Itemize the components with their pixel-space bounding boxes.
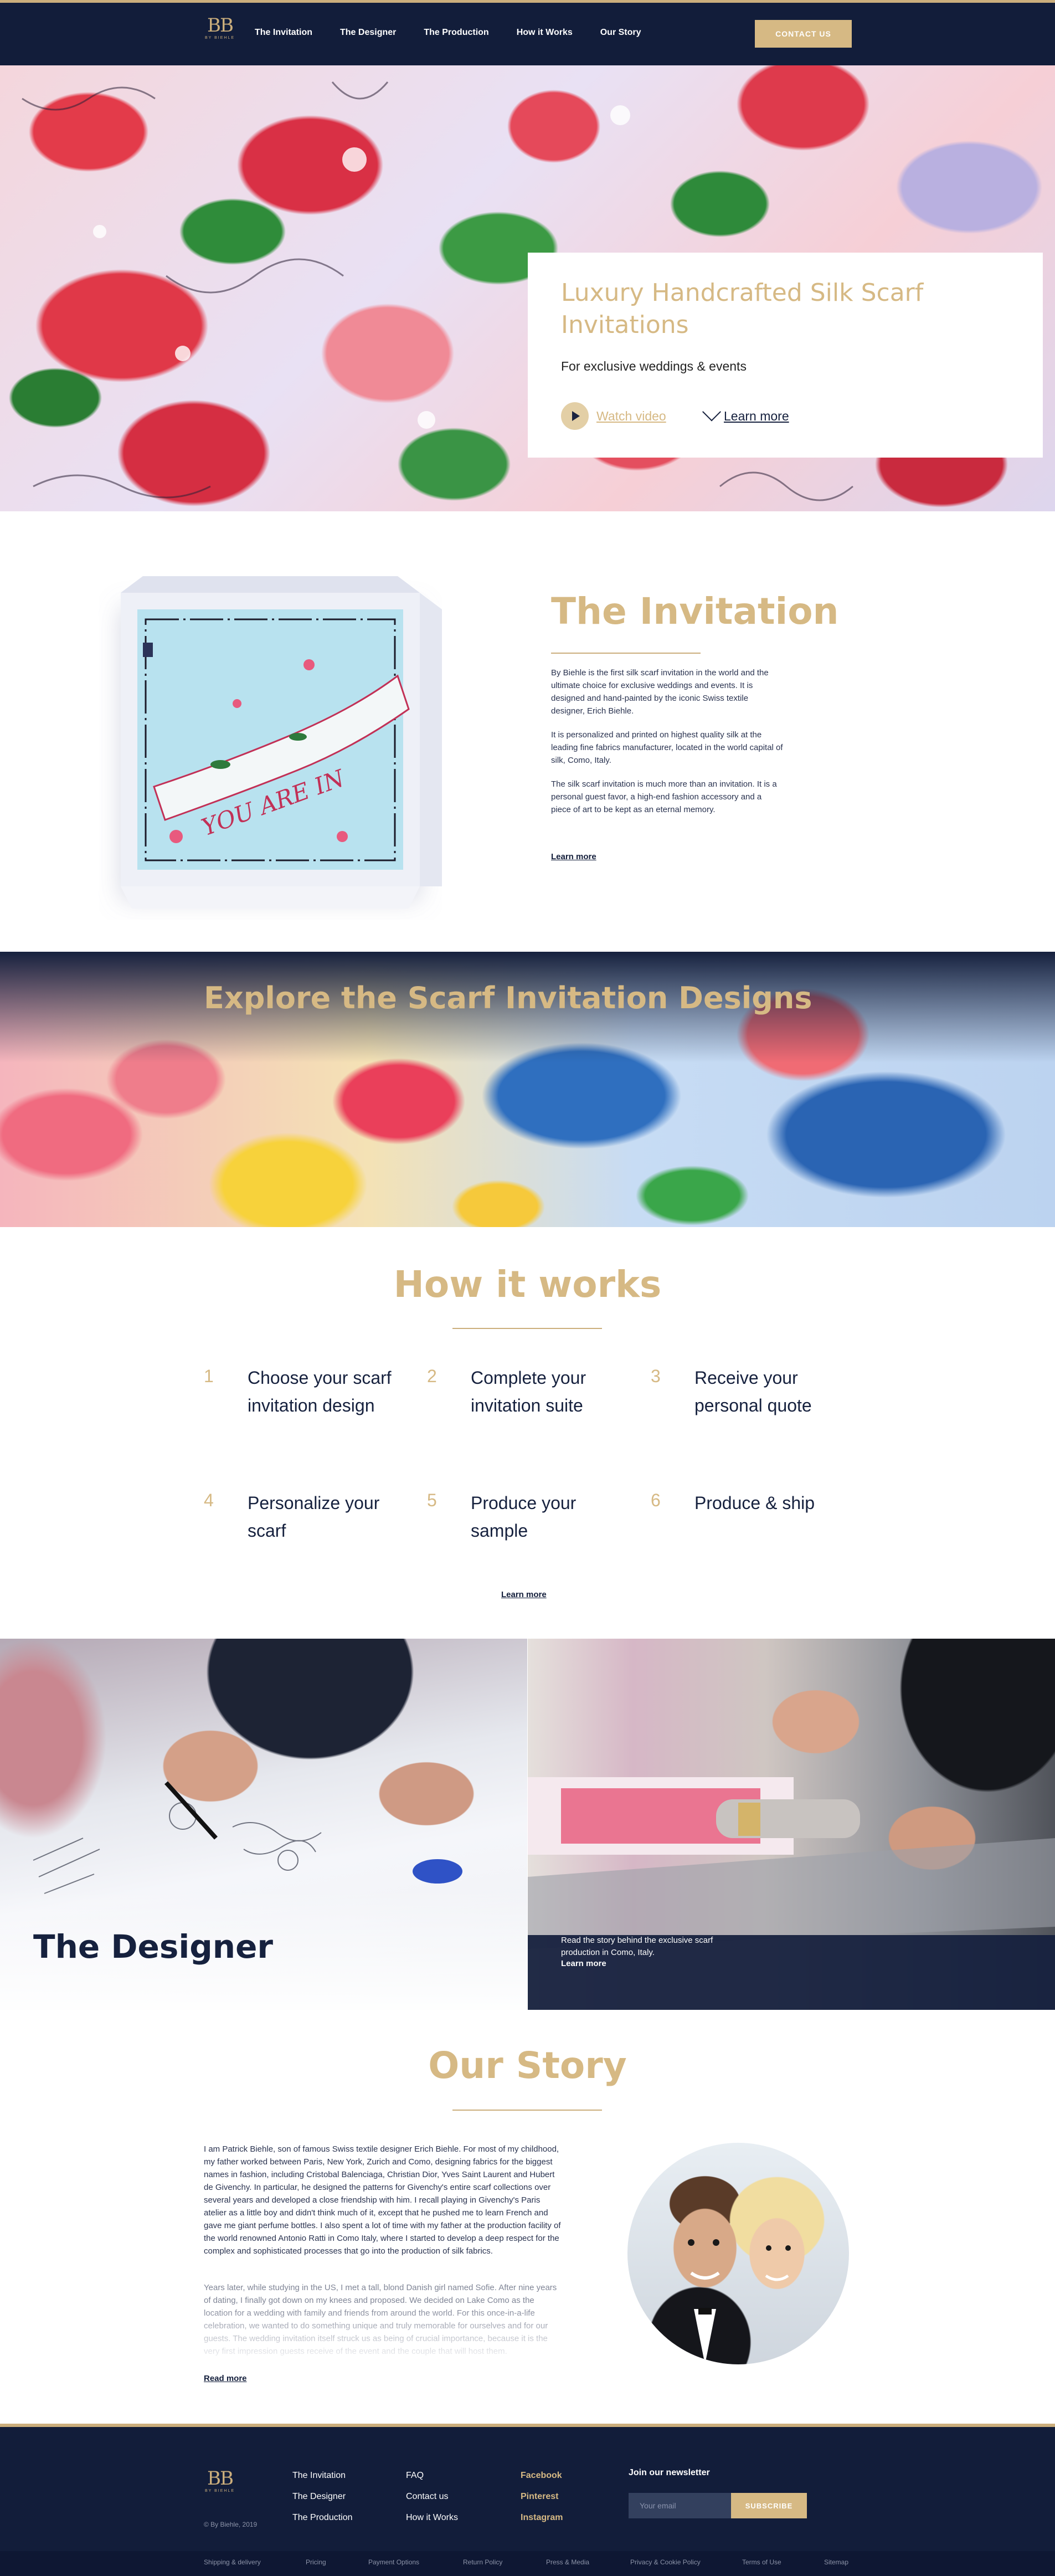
site-logo[interactable]: BB BY BIEHLE <box>204 15 236 46</box>
invitation-divider <box>551 653 701 654</box>
sublink-sitemap[interactable]: Sitemap <box>824 2558 848 2566</box>
contact-us-button[interactable]: CONTACT US <box>755 20 852 48</box>
our-story-title: Our Story <box>428 2044 627 2087</box>
sublink-payment-options[interactable]: Payment Options <box>368 2558 419 2566</box>
invitation-title: The Invitation <box>551 590 839 633</box>
step-2-text: Complete your invitation suite <box>471 1368 586 1415</box>
sublink-pricing[interactable]: Pricing <box>306 2558 326 2566</box>
hero-card: Luxury Handcrafted Silk Scarf Invitation… <box>528 253 1043 458</box>
step-3-text: Receive your personal quote <box>694 1368 812 1415</box>
sublink-terms[interactable]: Terms of Use <box>742 2558 781 2566</box>
footer-logo-monogram: BB <box>207 2467 234 2490</box>
production-text: Read the story behind the exclusive scar… <box>561 1936 713 1957</box>
watch-video-link[interactable]: Watch video <box>596 409 666 424</box>
nav-the-invitation[interactable]: The Invitation <box>255 28 312 38</box>
chevron-down-icon <box>702 402 721 421</box>
logo-subtitle: BY BIEHLE <box>204 36 235 40</box>
sublink-press-media[interactable]: Press & Media <box>546 2558 589 2566</box>
hero-learn-more-label: Learn more <box>724 409 789 423</box>
step-1-number: 1 <box>204 1366 214 1386</box>
invitation-learn-more-link[interactable]: Learn more <box>551 852 596 861</box>
step-2-number: 2 <box>427 1366 437 1386</box>
read-more-link[interactable]: Read more <box>204 2374 247 2383</box>
step-1-text: Choose your scarf invitation design <box>248 1368 392 1415</box>
newsletter-email-input[interactable] <box>629 2493 731 2518</box>
couple-photo <box>627 2143 849 2364</box>
footer-link-pinterest[interactable]: Pinterest <box>521 2492 558 2502</box>
step-4-text: Personalize your scarf <box>248 1493 380 1541</box>
step-6-text: Produce & ship <box>694 1493 815 1513</box>
designer-title[interactable]: The Designer <box>33 1928 273 1966</box>
footer-link-instagram[interactable]: Instagram <box>521 2513 563 2523</box>
nav-the-designer[interactable]: The Designer <box>340 28 396 38</box>
hero-learn-more-link[interactable]: Learn more <box>702 402 789 424</box>
explore-title[interactable]: Explore the Scarf Invitation Designs <box>204 981 812 1015</box>
production-learn-more-link[interactable]: Learn more <box>561 1959 606 1968</box>
scarf-box-image: YOU ARE IN <box>121 576 442 909</box>
footer-link-how-it-works[interactable]: How it Works <box>406 2513 458 2523</box>
step-4-number: 4 <box>204 1490 214 1510</box>
sublink-privacy[interactable]: Privacy & Cookie Policy <box>630 2558 701 2566</box>
footer-link-contact-us[interactable]: Contact us <box>406 2492 448 2502</box>
footer-logo[interactable]: BB BY BIEHLE <box>204 2468 236 2499</box>
hero-title: Luxury Handcrafted Silk Scarf Invitation… <box>561 279 924 339</box>
site-footer <box>0 2424 1055 2551</box>
hero-subtitle: For exclusive weddings & events <box>561 359 747 373</box>
sub-footer <box>0 2551 1055 2576</box>
our-story-divider <box>452 2110 602 2111</box>
story-paragraph-2: Years later, while studying in the US, I… <box>204 2283 557 2356</box>
sublink-shipping[interactable]: Shipping & delivery <box>204 2558 261 2566</box>
footer-link-the-invitation[interactable]: The Invitation <box>292 2471 346 2481</box>
how-it-works-learn-more-link[interactable]: Learn more <box>501 1590 547 1599</box>
sublink-return-policy[interactable]: Return Policy <box>463 2558 502 2566</box>
copyright: © By Biehle, 2019 <box>204 2521 258 2528</box>
invitation-paragraph-1: By Biehle is the first silk scarf invita… <box>551 668 769 716</box>
footer-link-the-designer[interactable]: The Designer <box>292 2492 346 2502</box>
site-header: BB BY BIEHLE The Invitation The Designer… <box>0 0 1055 65</box>
subscribe-button[interactable]: SUBSCRIBE <box>731 2493 807 2518</box>
newsletter-title: Join our newsletter <box>629 2468 710 2477</box>
step-3-number: 3 <box>651 1366 661 1386</box>
nav-the-production[interactable]: The Production <box>424 28 488 38</box>
footer-link-the-production[interactable]: The Production <box>292 2513 353 2523</box>
logo-monogram: BB <box>207 14 234 37</box>
hero-banner: Luxury Handcrafted Silk Scarf Invitation… <box>0 65 1055 511</box>
nav-how-it-works[interactable]: How it Works <box>517 28 573 38</box>
step-5-text: Produce your sample <box>471 1493 577 1541</box>
how-it-works-title: How it works <box>393 1263 662 1306</box>
footer-link-facebook[interactable]: Facebook <box>521 2471 562 2481</box>
step-5-number: 5 <box>427 1490 437 1510</box>
nav-our-story[interactable]: Our Story <box>600 28 641 38</box>
how-it-works-divider <box>452 1328 602 1329</box>
step-6-number: 6 <box>651 1490 661 1510</box>
invitation-paragraph-2: It is personalized and printed on highes… <box>551 730 783 765</box>
footer-link-faq[interactable]: FAQ <box>406 2471 424 2481</box>
couple-photo-detail <box>688 2239 791 2364</box>
footer-logo-subtitle: BY BIEHLE <box>204 2489 235 2493</box>
invitation-paragraph-3: The silk scarf invitation is much more t… <box>551 779 777 814</box>
story-paragraph-1: I am Patrick Biehle, son of famous Swiss… <box>204 2144 561 2256</box>
main-nav: The Invitation The Designer The Producti… <box>255 28 669 38</box>
play-icon[interactable] <box>561 402 589 430</box>
